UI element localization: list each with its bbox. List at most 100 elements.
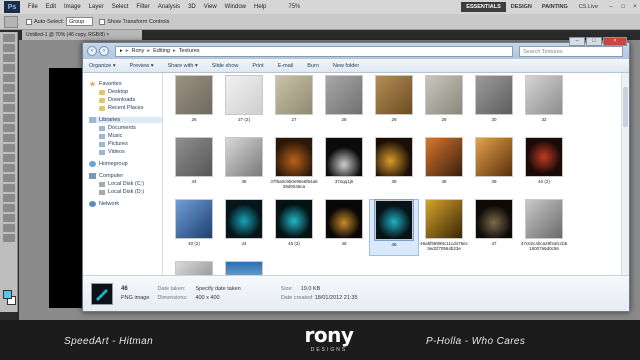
tool-marquee-icon[interactable] [2, 44, 15, 52]
tool-healing-icon[interactable] [2, 94, 15, 102]
file-tile[interactable]: 46 [369, 199, 419, 256]
tool-crop-icon[interactable] [2, 74, 15, 82]
zoom-level[interactable]: 75% [288, 4, 300, 10]
workspace-essentials[interactable]: ESSENTIALS [461, 2, 506, 12]
tool-brush-icon[interactable] [2, 104, 15, 112]
file-tile[interactable]: 29 [419, 75, 469, 132]
tool-type-icon[interactable] [2, 184, 15, 192]
file-tile[interactable]: 27 (2) [219, 75, 269, 132]
nav-documents[interactable]: Documents [99, 125, 162, 131]
tool-eyedropper-icon[interactable] [2, 84, 15, 92]
file-tile[interactable]: 37sqq1j6 [319, 137, 369, 194]
explorer-minimize-icon[interactable]: – [569, 37, 585, 46]
tool-move-icon[interactable] [2, 34, 15, 42]
scrollbar-thumb[interactable] [623, 87, 628, 127]
cs-live-button[interactable]: CS Live [579, 4, 598, 10]
tool-hand-icon[interactable] [2, 224, 15, 232]
menu-layer[interactable]: Layer [85, 4, 108, 10]
menu-window[interactable]: Window [221, 4, 250, 10]
vertical-scrollbar[interactable] [621, 73, 629, 275]
document-tab[interactable]: Untitled-1 @ 70% (46 copy, RGB/8) × [22, 30, 142, 40]
search-input[interactable]: Search Textures [519, 45, 623, 57]
nav-recent-places[interactable]: Recent Places [99, 105, 162, 111]
organize-button[interactable]: Organize ▾ [89, 63, 116, 69]
tool-lasso-icon[interactable] [2, 54, 15, 62]
file-tile[interactable]: 38 [369, 137, 419, 194]
menu-select[interactable]: Select [108, 4, 133, 10]
tool-stamp-icon[interactable] [2, 114, 15, 122]
file-tile[interactable]: 44 [219, 199, 269, 256]
file-tile[interactable]: 37f5a0c9b0e96e6f64a639d0046ca [269, 137, 319, 194]
nav-local-disk-d[interactable]: Local Disk (D:) [99, 189, 162, 195]
preview-button[interactable]: Preview ▾ [130, 63, 154, 69]
nav-videos[interactable]: Videos [99, 149, 162, 155]
workspace-painting[interactable]: PAINTING [537, 2, 573, 12]
nav-downloads[interactable]: Downloads [99, 97, 162, 103]
explorer-close-icon[interactable]: × [603, 37, 627, 46]
print-button[interactable]: Print [252, 63, 263, 69]
burn-button[interactable]: Burn [307, 63, 319, 69]
file-tile[interactable]: 40 (2) [519, 137, 569, 194]
nav-computer[interactable]: Computer [89, 173, 162, 179]
file-tile[interactable]: 47 [469, 199, 519, 256]
file-tile[interactable]: 50-Awesome-HD-Wallpapers-1920x1200-20 [219, 261, 269, 275]
menu-3d[interactable]: 3D [184, 4, 200, 10]
nav-libraries[interactable]: Libraries [89, 117, 162, 123]
menu-view[interactable]: View [200, 4, 221, 10]
minimize-icon[interactable]: – [606, 2, 616, 12]
tool-dodge-icon[interactable] [2, 164, 15, 172]
breadcrumb-textures[interactable]: Textures [179, 48, 200, 54]
nav-local-disk-c[interactable]: Local Disk (C:) [99, 181, 162, 187]
file-tile[interactable]: 45 [319, 199, 369, 256]
workspace-design[interactable]: DESIGN [506, 2, 537, 12]
menu-file[interactable]: File [24, 4, 42, 10]
explorer-maximize-icon[interactable]: □ [586, 37, 602, 46]
close-icon[interactable]: × [630, 2, 640, 12]
file-tile[interactable]: 49 [169, 261, 219, 275]
file-tile[interactable]: 34 [169, 137, 219, 194]
tool-3d-icon[interactable] [2, 214, 15, 222]
nav-pictures[interactable]: Pictures [99, 141, 162, 147]
back-arrow-icon[interactable]: ‹ [87, 46, 97, 56]
file-tile[interactable]: 30 [469, 75, 519, 132]
forward-arrow-icon[interactable]: › [99, 46, 109, 56]
nav-desktop[interactable]: Desktop [99, 89, 162, 95]
move-tool-icon[interactable] [4, 15, 18, 28]
file-tile[interactable]: 38 [419, 137, 469, 194]
file-tile[interactable]: 28 [319, 75, 369, 132]
file-tile[interactable]: 27 [269, 75, 319, 132]
file-tile[interactable]: 39 [469, 137, 519, 194]
nav-music[interactable]: Music [99, 133, 162, 139]
file-tile[interactable]: 36 [219, 137, 269, 194]
tool-zoom-icon[interactable] [2, 234, 15, 242]
tool-blur-icon[interactable] [2, 154, 15, 162]
tool-gradient-icon[interactable] [2, 144, 15, 152]
menu-help[interactable]: Help [250, 4, 270, 10]
email-button[interactable]: E-mail [278, 63, 294, 69]
tool-shape-icon[interactable] [2, 204, 15, 212]
file-tile[interactable]: 45 (2) [269, 199, 319, 256]
share-with-button[interactable]: Share with ▾ [167, 63, 197, 69]
nav-network[interactable]: Network [89, 201, 162, 207]
tool-history-brush-icon[interactable] [2, 124, 15, 132]
show-transform-checkbox[interactable] [99, 18, 106, 25]
tool-quick-select-icon[interactable] [2, 64, 15, 72]
auto-select-dropdown[interactable]: Group [65, 17, 94, 26]
tool-pen-icon[interactable] [2, 174, 15, 182]
file-tile[interactable]: 40 (2) [169, 199, 219, 256]
date-taken-value[interactable]: Specify date taken [195, 286, 240, 292]
file-tile[interactable]: 29 [369, 75, 419, 132]
breadcrumb-editing[interactable]: Editing [153, 48, 170, 54]
tool-eraser-icon[interactable] [2, 134, 15, 142]
tool-path-select-icon[interactable] [2, 194, 15, 202]
menu-analysis[interactable]: Analysis [154, 4, 184, 10]
menu-image[interactable]: Image [60, 4, 85, 10]
auto-select-checkbox[interactable] [26, 18, 32, 25]
file-tile[interactable]: 47c62c4bca29f2afccb516007a6d0c56 [519, 199, 569, 256]
nav-homegroup[interactable]: Homegroup [89, 161, 162, 167]
new-folder-button[interactable]: New folder [333, 63, 359, 69]
menu-edit[interactable]: Edit [42, 4, 60, 10]
slide-show-button[interactable]: Slide show [212, 63, 239, 69]
file-tile[interactable]: 46a5f58898c11cd478ec3ed1f70564b23e [419, 199, 469, 256]
foreground-color-swatch[interactable] [3, 290, 12, 299]
